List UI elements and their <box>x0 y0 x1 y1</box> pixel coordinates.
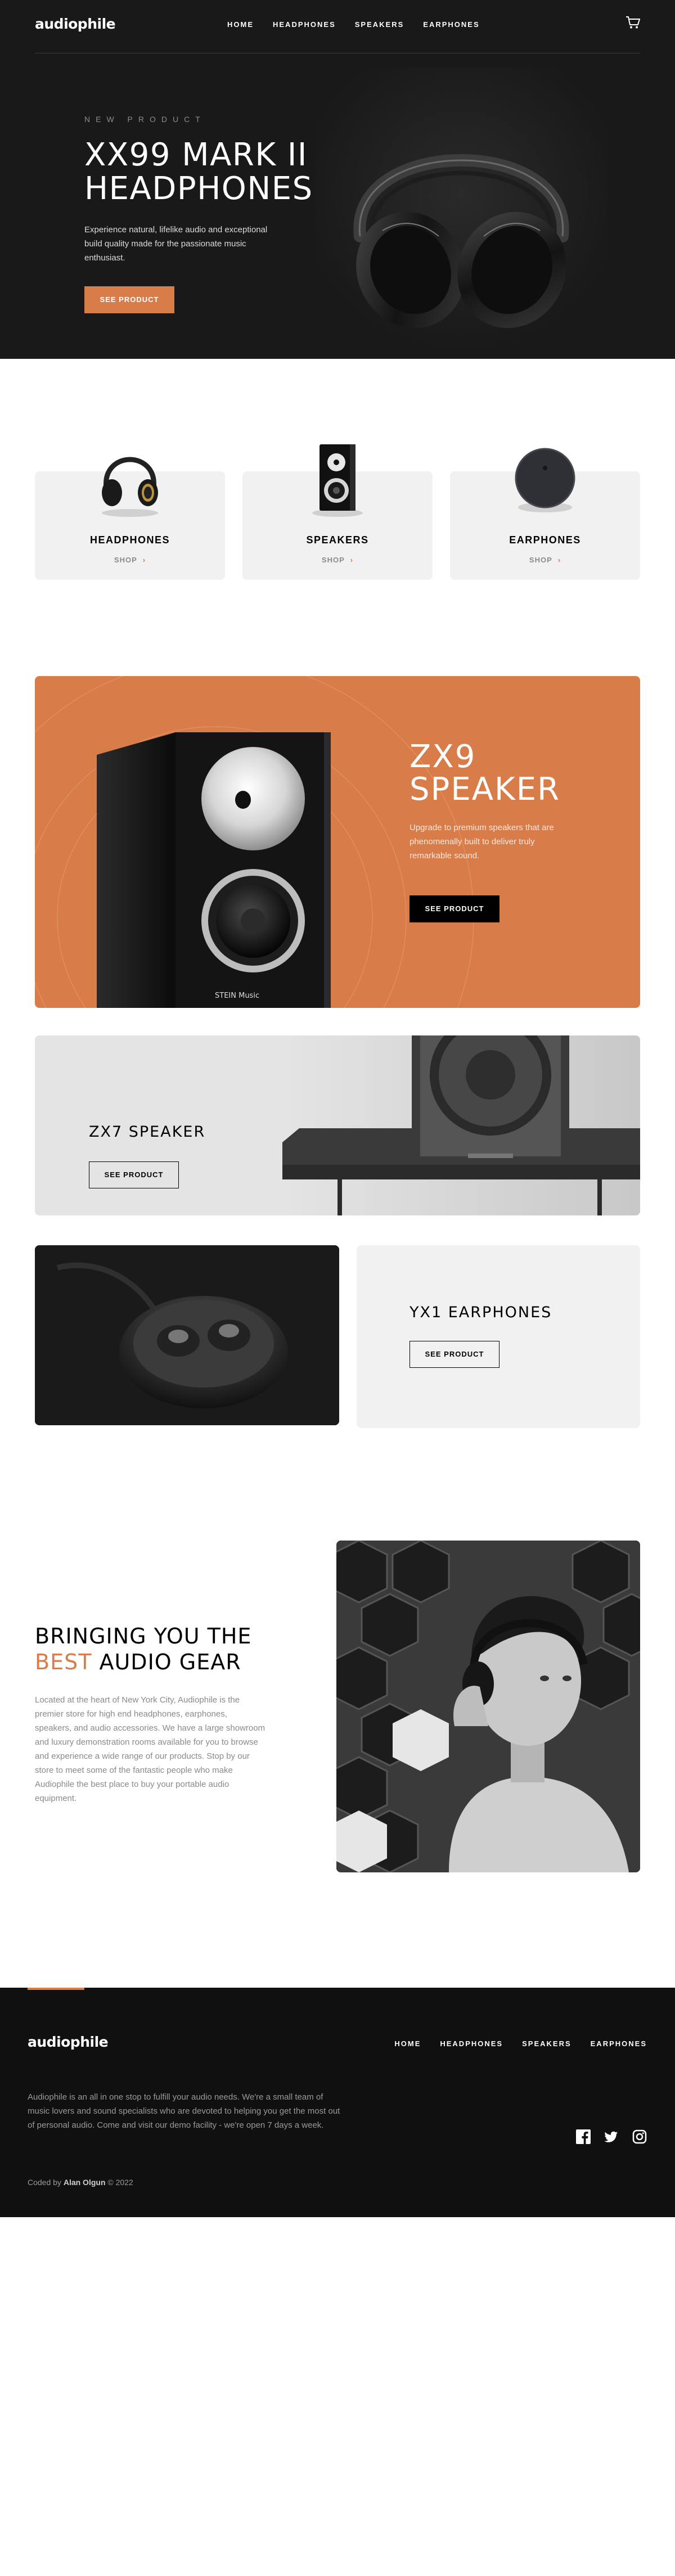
footer-description: Audiophile is an all in one stop to fulf… <box>28 2092 340 2130</box>
nav-home-link[interactable]: HOME <box>227 20 254 29</box>
hero-see-product-button[interactable]: SEE PRODUCT <box>84 286 174 313</box>
zx9-text-block: ZX9 SPEAKER Upgrade to premium speakers … <box>410 741 595 922</box>
shop-label: SHOP <box>114 556 137 564</box>
about-title-line2: BEST AUDIO GEAR <box>35 1649 271 1675</box>
category-card-speakers[interactable]: SPEAKERS SHOP › <box>242 444 433 580</box>
zx9-title-line1: ZX9 <box>410 738 476 775</box>
footer-social-links <box>576 2129 647 2144</box>
top-nav-bar: audiophile HOME HEADPHONES SPEAKERS EARP… <box>35 0 640 53</box>
nav-speakers-link[interactable]: SPEAKERS <box>355 20 404 29</box>
logo[interactable]: audiophile <box>35 16 116 32</box>
cart-icon[interactable] <box>626 16 640 29</box>
yx1-see-product-button[interactable]: SEE PRODUCT <box>410 1341 500 1368</box>
about-description: Located at the heart of New York City, A… <box>35 1695 266 1803</box>
footer-nav-home-link[interactable]: HOME <box>394 2039 421 2048</box>
hero-text-block: NEW PRODUCT XX99 MARK II HEADPHONES Expe… <box>84 115 321 313</box>
shop-label: SHOP <box>529 556 552 564</box>
hero-title-line1: XX99 MARK II <box>84 137 308 173</box>
footer-nav-earphones-link[interactable]: EARPHONES <box>591 2039 647 2048</box>
about-title-accent: BEST <box>35 1650 92 1674</box>
zx7-speaker-image <box>282 1035 640 1215</box>
category-title-speakers: SPEAKERS <box>306 534 369 546</box>
speaker-thumbnail <box>312 444 363 517</box>
earphones-thumbnail <box>515 448 575 512</box>
hero-eyebrow: NEW PRODUCT <box>84 115 206 124</box>
headphones-thumbnail <box>102 457 158 517</box>
chevron-right-icon: › <box>350 556 354 564</box>
footer-credit: Coded by Alan Olgun © 2022 <box>28 2178 133 2187</box>
category-card-earphones[interactable]: EARPHONES SHOP › <box>450 448 640 580</box>
zx7-title: ZX7 SPEAKER <box>89 1123 206 1141</box>
nav-earphones-link[interactable]: EARPHONES <box>423 20 479 29</box>
zx7-see-product-button[interactable]: SEE PRODUCT <box>89 1161 179 1188</box>
category-title-headphones: HEADPHONES <box>89 534 170 546</box>
nav-headphones-link[interactable]: HEADPHONES <box>273 20 336 29</box>
footer-nav-speakers-link[interactable]: SPEAKERS <box>522 2039 572 2048</box>
zx9-speaker-image: STEIN Music <box>97 732 331 1008</box>
hero-description: Experience natural, lifelike audio and e… <box>84 225 268 263</box>
yx1-earphones-image <box>35 1245 339 1425</box>
category-card-headphones[interactable]: HEADPHONES SHOP › <box>35 457 225 580</box>
zx9-title-line2: SPEAKER <box>410 771 561 808</box>
about-text-block: BRINGING YOU THE BEST AUDIO GEAR Located… <box>35 1623 271 1805</box>
zx7-promo-card: ZX7 SPEAKER SEE PRODUCT <box>35 1035 640 1215</box>
chevron-right-icon: › <box>557 556 561 564</box>
man-with-headphones-illustration <box>336 1541 640 1872</box>
footer: audiophile HOME HEADPHONES SPEAKERS EARP… <box>0 1988 675 2217</box>
credit-author-link[interactable]: Alan Olgun <box>64 2178 106 2187</box>
hero-section: audiophile HOME HEADPHONES SPEAKERS EARP… <box>0 0 675 359</box>
about-title-line1: BRINGING YOU THE <box>35 1624 252 1649</box>
shop-label: SHOP <box>321 556 345 564</box>
about-title-rest: AUDIO GEAR <box>92 1650 241 1674</box>
yx1-earphones-illustration <box>35 1245 339 1425</box>
footer-nav: HOME HEADPHONES SPEAKERS EARPHONES <box>394 2039 647 2048</box>
instagram-icon[interactable] <box>632 2129 647 2144</box>
category-shop-link-speakers[interactable]: SHOP › <box>242 556 433 564</box>
zx9-see-product-button[interactable]: SEE PRODUCT <box>410 895 500 922</box>
speaker-brand-text: STEIN Music <box>215 992 259 1000</box>
hero-title: XX99 MARK II HEADPHONES <box>84 138 321 206</box>
credit-suffix: © 2022 <box>105 2178 133 2187</box>
zx9-description: Upgrade to premium speakers that are phe… <box>410 823 554 861</box>
yx1-title: YX1 EARPHONES <box>410 1304 552 1321</box>
chevron-right-icon: › <box>142 556 146 564</box>
category-title-earphones: EARPHONES <box>509 534 581 546</box>
category-section: HEADPHONES SHOP › SPEAKERS SHOP › EARPHONE… <box>35 427 640 596</box>
footer-accent-bar <box>28 1988 84 1990</box>
category-shop-link-headphones[interactable]: SHOP › <box>35 556 225 564</box>
zx9-title: ZX9 SPEAKER <box>410 741 595 806</box>
zx9-promo-card: STEIN Music ZX9 SPEAKER Upgrade to premi… <box>35 676 640 1008</box>
footer-nav-headphones-link[interactable]: HEADPHONES <box>440 2039 503 2048</box>
yx1-promo-card: YX1 EARPHONES SEE PRODUCT <box>357 1245 640 1428</box>
hero-headphones-image <box>315 67 608 349</box>
hero-title-line2: HEADPHONES <box>84 170 313 207</box>
credit-prefix: Coded by <box>28 2178 64 2187</box>
footer-logo[interactable]: audiophile <box>28 2034 109 2050</box>
facebook-icon[interactable] <box>576 2129 591 2144</box>
about-person-image <box>336 1541 640 1872</box>
about-title: BRINGING YOU THE BEST AUDIO GEAR <box>35 1623 271 1675</box>
main-nav: HOME HEADPHONES SPEAKERS EARPHONES <box>227 20 480 29</box>
twitter-icon[interactable] <box>604 2129 619 2144</box>
category-shop-link-earphones[interactable]: SHOP › <box>450 556 640 564</box>
